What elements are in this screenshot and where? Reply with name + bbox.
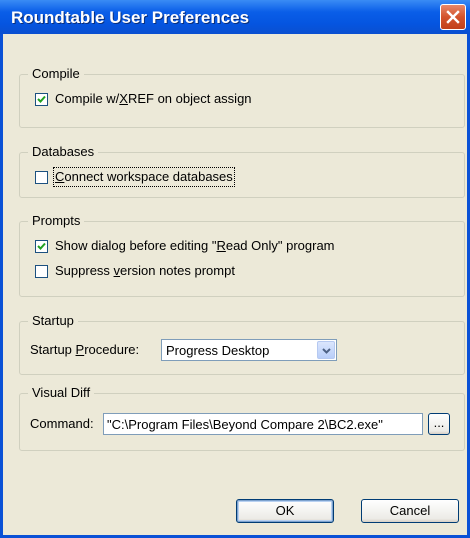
databases-group-label: Databases: [28, 144, 99, 160]
dialog-window: Roundtable User Preferences Compile Comp…: [0, 0, 470, 538]
command-input[interactable]: "C:\Program Files\Beyond Compare 2\BC2.e…: [103, 413, 423, 435]
checkmark-icon: [37, 95, 46, 103]
compile-group-label: Compile: [28, 66, 84, 82]
command-value: "C:\Program Files\Beyond Compare 2\BC2.e…: [107, 417, 383, 432]
prompts-group-label: Prompts: [28, 213, 85, 229]
startup-procedure-value: Progress Desktop: [166, 343, 270, 358]
compile-xref-checkbox[interactable]: [35, 93, 48, 106]
startup-group-label: Startup: [28, 313, 78, 329]
connect-workspace-checkbox[interactable]: [35, 171, 48, 184]
window-title: Roundtable User Preferences: [11, 8, 250, 27]
visual-diff-group: Visual Diff Command: "C:\Program Files\B…: [19, 385, 465, 451]
suppress-notes-checkbox[interactable]: [35, 265, 48, 278]
databases-group: Databases Connect workspace databases: [19, 144, 465, 198]
ok-button[interactable]: OK: [236, 499, 334, 523]
cancel-button[interactable]: Cancel: [361, 499, 459, 523]
suppress-notes-label[interactable]: Suppress version notes prompt: [55, 263, 235, 279]
close-icon: [446, 10, 460, 24]
startup-procedure-label: Startup Procedure:: [30, 342, 140, 357]
startup-group: Startup Startup Procedure: Progress Desk…: [19, 313, 465, 375]
compile-xref-label[interactable]: Compile w/XREF on object assign: [55, 91, 252, 107]
browse-button[interactable]: ...: [428, 413, 450, 435]
show-dialog-checkbox[interactable]: [35, 240, 48, 253]
dialog-client-area: Compile Compile w/XREF on object assign …: [3, 34, 467, 535]
compile-group: Compile Compile w/XREF on object assign: [19, 66, 465, 128]
close-button[interactable]: [440, 4, 466, 30]
show-dialog-label[interactable]: Show dialog before editing "Read Only" p…: [55, 238, 335, 254]
startup-procedure-select[interactable]: Progress Desktop: [161, 339, 337, 361]
chevron-down-icon: [322, 348, 331, 354]
visual-diff-group-label: Visual Diff: [28, 385, 95, 401]
title-bar[interactable]: Roundtable User Preferences: [0, 0, 470, 34]
connect-workspace-label[interactable]: Connect workspace databases: [53, 167, 235, 187]
checkmark-icon: [37, 242, 46, 250]
prompts-group: Prompts Show dialog before editing "Read…: [19, 213, 465, 297]
command-label: Command:: [30, 416, 94, 431]
dropdown-button[interactable]: [317, 341, 335, 359]
